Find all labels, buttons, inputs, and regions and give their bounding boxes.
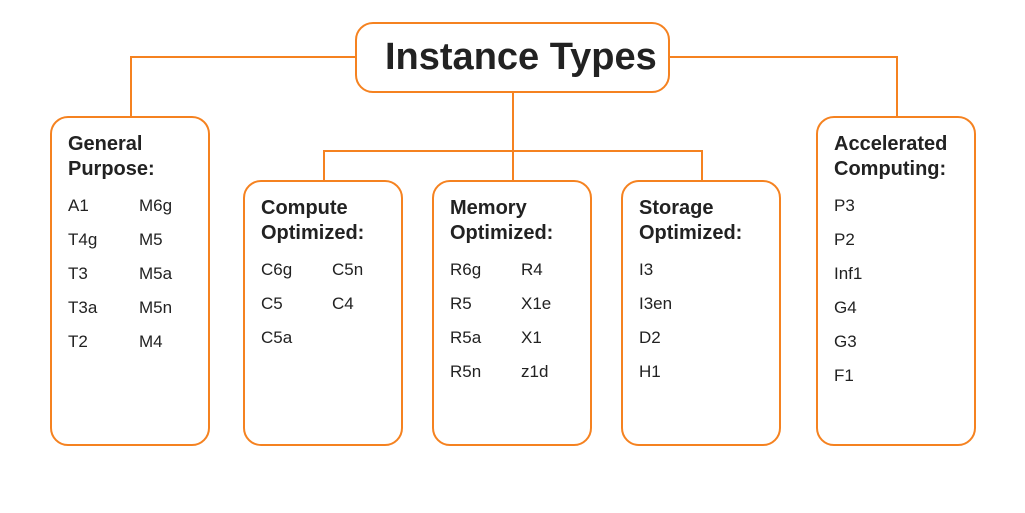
- category-accelerated-computing: Accelerated Computing: P3 P2 Inf1 G4 G3 …: [816, 116, 976, 446]
- instance-type: C5n: [332, 260, 385, 280]
- title-line-2: Optimized:: [639, 221, 763, 246]
- instance-type: A1: [68, 196, 121, 216]
- root-node: Instance Types: [355, 22, 670, 93]
- instance-type: M4: [139, 332, 192, 352]
- root-title: Instance Types: [385, 36, 640, 79]
- instance-type: C5: [261, 294, 314, 314]
- instance-type: R6g: [450, 260, 503, 280]
- connector-h: [670, 56, 898, 58]
- item-list: I3 I3en D2 H1: [639, 260, 763, 382]
- category-storage-optimized: Storage Optimized: I3 I3en D2 H1: [621, 180, 781, 446]
- instance-type: R5n: [450, 362, 503, 382]
- instance-type: T3a: [68, 298, 121, 318]
- item-list: P3 P2 Inf1 G4 G3 F1: [834, 196, 958, 386]
- instance-type: F1: [834, 366, 958, 386]
- title-line-1: Compute: [261, 197, 348, 219]
- connector-v: [512, 150, 514, 180]
- connector-v: [896, 56, 898, 116]
- category-title: Memory Optimized:: [450, 196, 574, 246]
- title-line-1: General: [68, 133, 142, 155]
- title-line-1: Storage: [639, 197, 713, 219]
- item-grid: C6g C5n C5 C4 C5a: [261, 260, 385, 348]
- instance-type: R5a: [450, 328, 503, 348]
- category-title: Accelerated Computing:: [834, 132, 958, 182]
- instance-type: T3: [68, 264, 121, 284]
- instance-type: P2: [834, 230, 958, 250]
- connector-h: [130, 56, 355, 58]
- title-line-2: Purpose:: [68, 157, 192, 182]
- instance-type: T2: [68, 332, 121, 352]
- instance-type: X1e: [521, 294, 574, 314]
- instance-type: R4: [521, 260, 574, 280]
- instance-type: M5: [139, 230, 192, 250]
- instance-type: M5n: [139, 298, 192, 318]
- connector-v: [130, 56, 132, 116]
- category-general-purpose: General Purpose: A1 M6g T4g M5 T3 M5a T3…: [50, 116, 210, 446]
- instance-type: D2: [639, 328, 763, 348]
- connector-v: [323, 150, 325, 180]
- connector-v: [701, 150, 703, 180]
- instance-type: z1d: [521, 362, 574, 382]
- instance-type: P3: [834, 196, 958, 216]
- title-line-1: Memory: [450, 197, 527, 219]
- category-title: Storage Optimized:: [639, 196, 763, 246]
- category-memory-optimized: Memory Optimized: R6g R4 R5 X1e R5a X1 R…: [432, 180, 592, 446]
- instance-type: Inf1: [834, 264, 958, 284]
- instance-type: I3en: [639, 294, 763, 314]
- instance-type: H1: [639, 362, 763, 382]
- connector-v: [512, 92, 514, 150]
- category-compute-optimized: Compute Optimized: C6g C5n C5 C4 C5a: [243, 180, 403, 446]
- title-line-2: Optimized:: [450, 221, 574, 246]
- diagram-stage: { "root": { "title": "Instance Types" },…: [0, 0, 1025, 513]
- instance-type: M6g: [139, 196, 192, 216]
- category-title: Compute Optimized:: [261, 196, 385, 246]
- instance-type: G3: [834, 332, 958, 352]
- item-grid: A1 M6g T4g M5 T3 M5a T3a M5n T2 M4: [68, 196, 192, 352]
- instance-type: G4: [834, 298, 958, 318]
- item-grid: R6g R4 R5 X1e R5a X1 R5n z1d: [450, 260, 574, 382]
- instance-type: M5a: [139, 264, 192, 284]
- instance-type: R5: [450, 294, 503, 314]
- category-title: General Purpose:: [68, 132, 192, 182]
- instance-type: X1: [521, 328, 574, 348]
- instance-type: T4g: [68, 230, 121, 250]
- instance-type: C6g: [261, 260, 314, 280]
- title-line-2: Optimized:: [261, 221, 385, 246]
- instance-type: I3: [639, 260, 763, 280]
- instance-type: C5a: [261, 328, 314, 348]
- title-line-2: Computing:: [834, 157, 958, 182]
- title-line-1: Accelerated: [834, 133, 947, 155]
- instance-type: C4: [332, 294, 385, 314]
